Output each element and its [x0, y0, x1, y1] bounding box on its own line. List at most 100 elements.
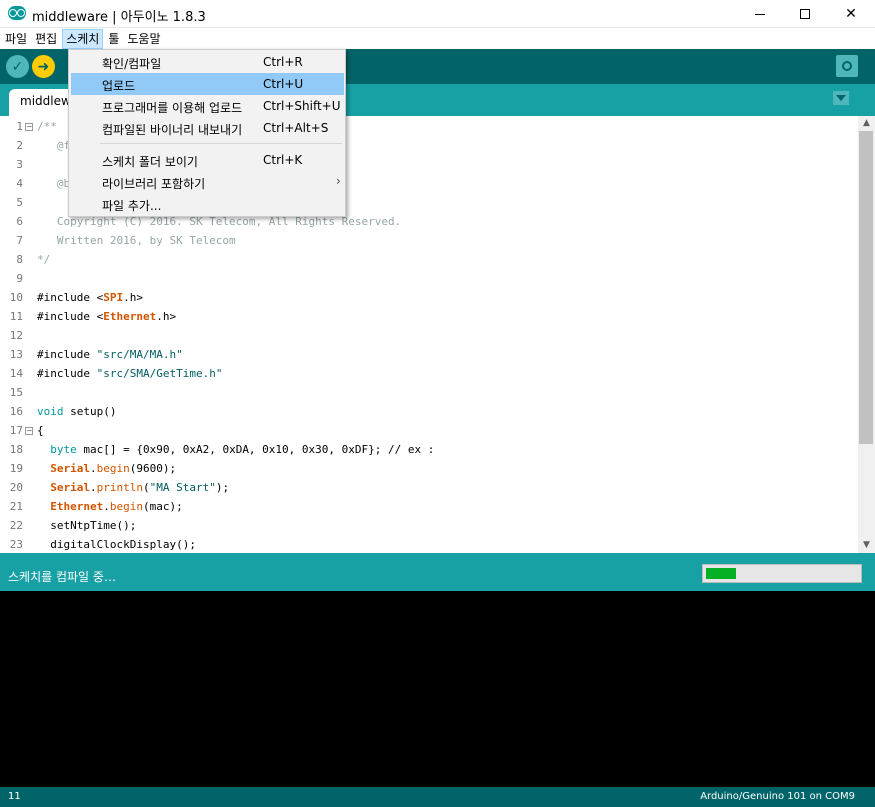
line-number: 15 [9, 386, 23, 399]
fold-toggle-icon[interactable]: − [25, 427, 33, 435]
menu-help[interactable]: 도움말 [124, 30, 163, 48]
menu-item-shortcut: Ctrl+R [263, 55, 303, 69]
menu-item-label: 파일 추가... [102, 199, 162, 213]
minimize-icon [755, 13, 765, 15]
menu-item-upload[interactable]: 업로드 Ctrl+U [71, 73, 344, 95]
code-token: Written 2016, by SK Telecom [37, 234, 236, 247]
code-token: . [103, 500, 110, 513]
code-line: setNtpTime(); [37, 519, 136, 532]
menu-item-shortcut: Ctrl+Shift+U [263, 99, 341, 113]
code-line: #include <SPI.h> [37, 291, 143, 304]
editor-scrollbar[interactable]: ▲ ▼ [858, 116, 875, 553]
code-token: void [37, 405, 64, 418]
code-line: { [37, 424, 44, 437]
progress-fill [706, 568, 736, 579]
code-token: SPI [103, 291, 124, 304]
menu-item-shortcut: Ctrl+K [263, 153, 303, 167]
code-line: byte mac[] = {0x90, 0xA2, 0xDA, 0x10, 0x… [37, 443, 434, 456]
line-number: 10 [9, 291, 23, 304]
footer-bar: 11 Arduino/Genuino 101 on COM9 [0, 787, 875, 807]
code-token: setNtpTime(); [37, 519, 137, 532]
code-token: */ [37, 253, 51, 266]
menu-file[interactable]: 파일 [2, 30, 30, 48]
menu-item-label: 업로드 [102, 79, 136, 93]
line-number: 14 [9, 367, 23, 380]
close-icon: ✕ [845, 6, 857, 22]
line-number: 23 [9, 538, 23, 551]
menu-item-label: 라이브러리 포함하기 [102, 177, 206, 191]
menu-item-show-sketch-folder[interactable]: 스케치 폴더 보이기 Ctrl+K [71, 149, 344, 171]
scroll-up-icon[interactable]: ▲ [858, 116, 875, 131]
line-number: 19 [9, 462, 23, 475]
menu-item-shortcut: Ctrl+U [263, 77, 304, 91]
code-line: Serial.println("MA Start"); [37, 481, 229, 494]
close-button[interactable]: ✕ [828, 0, 874, 28]
serial-monitor-button[interactable] [836, 55, 858, 77]
code-line: digitalClockDisplay(); [37, 538, 196, 551]
line-number: 8 [16, 253, 23, 266]
console-output[interactable] [0, 591, 875, 787]
verify-button[interactable]: ✓ [6, 55, 29, 78]
menu-item-label: 확인/컴파일 [102, 57, 162, 71]
code-token: /** [37, 120, 57, 133]
code-line: void setup() [37, 405, 116, 418]
code-token: (mac); [142, 500, 183, 513]
code-token: .h> [123, 291, 143, 304]
maximize-button[interactable] [782, 0, 828, 28]
menu-sketch[interactable]: 스케치 [62, 29, 104, 49]
line-number: 13 [9, 348, 23, 361]
upload-button[interactable]: ➜ [32, 55, 55, 78]
code-line: #include <Ethernet.h> [37, 310, 176, 323]
code-token: . [90, 462, 97, 475]
fold-toggle-icon[interactable]: − [25, 123, 33, 131]
code-token: { [37, 424, 44, 437]
submenu-arrow-icon: › [336, 174, 341, 188]
code-line: #include "src/SMA/GetTime.h" [37, 367, 222, 380]
code-line: #include "src/MA/MA.h" [37, 348, 183, 361]
menu-bar: 파일 편집 스케치 툴 도움말 [0, 29, 875, 49]
tab-menu-button[interactable] [833, 91, 849, 105]
line-number: 11 [9, 310, 23, 323]
code-token: #include < [37, 310, 104, 323]
scroll-thumb[interactable] [859, 131, 873, 444]
line-number-indicator: 11 [8, 791, 21, 802]
code-line: Serial.begin(9600); [37, 462, 176, 475]
scroll-down-icon[interactable]: ▼ [858, 538, 875, 553]
magnifier-icon [842, 61, 852, 71]
line-number: 7 [16, 234, 23, 247]
code-token: "MA Start" [149, 481, 216, 494]
menu-item-verify-compile[interactable]: 확인/컴파일 Ctrl+R [71, 51, 344, 73]
line-number: 17 [9, 424, 23, 437]
status-message: 스케치를 컴파일 중… [8, 570, 116, 584]
code-token: digitalClockDisplay(); [37, 538, 196, 551]
line-number: 6 [16, 215, 23, 228]
code-line: @b [37, 177, 70, 190]
chevron-down-icon [836, 95, 846, 101]
menu-item-add-file[interactable]: 파일 추가... [71, 193, 344, 215]
menu-item-shortcut: Ctrl+Alt+S [263, 121, 329, 135]
line-number: 18 [9, 443, 23, 456]
compile-progress-bar [702, 564, 862, 583]
code-token: (9600); [129, 462, 177, 475]
menu-item-label: 프로그래머를 이용해 업로드 [102, 101, 243, 115]
line-number: 22 [9, 519, 23, 532]
minimize-button[interactable] [737, 0, 783, 28]
maximize-icon [800, 9, 810, 19]
code-token: Serial [50, 481, 90, 494]
code-token: @f [37, 139, 71, 152]
menu-item-include-library[interactable]: 라이브러리 포함하기 › [71, 171, 344, 193]
code-token: #include [37, 348, 97, 361]
line-number: 16 [9, 405, 23, 418]
menu-item-export-binary[interactable]: 컴파일된 바이너리 내보내기 Ctrl+Alt+S [71, 117, 344, 139]
line-number: 20 [9, 481, 23, 494]
code-line: Ethernet.begin(mac); [37, 500, 183, 513]
menu-item-upload-using-programmer[interactable]: 프로그래머를 이용해 업로드 Ctrl+Shift+U [71, 95, 344, 117]
menu-edit[interactable]: 편집 [32, 30, 60, 48]
code-line: @f [37, 139, 70, 152]
code-token: @b [37, 177, 71, 190]
menu-tools[interactable]: 툴 [105, 30, 122, 48]
arduino-logo-icon [8, 6, 26, 20]
